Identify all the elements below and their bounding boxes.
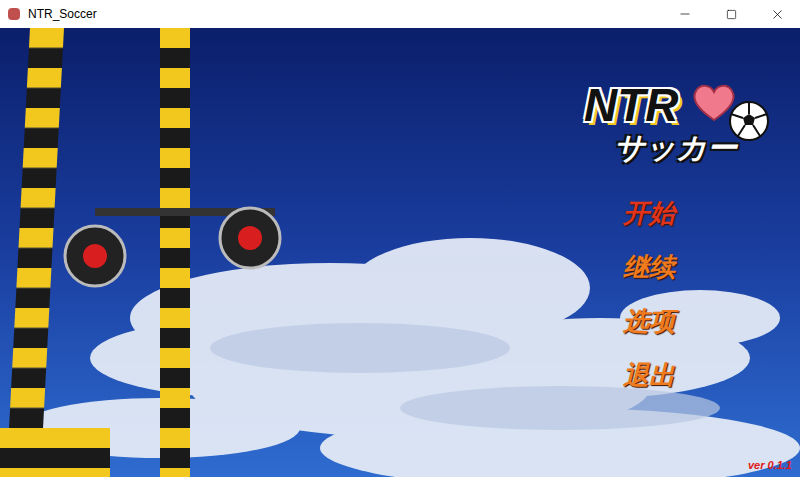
minimize-icon bbox=[678, 7, 692, 21]
logo-subtitle: サッカー bbox=[614, 130, 792, 166]
app-icon bbox=[8, 8, 20, 20]
title-column: NTRサッカー开始继续选项退出 ver 0.1.1 bbox=[560, 28, 800, 477]
maximize-button[interactable] bbox=[708, 0, 754, 28]
maximize-icon bbox=[726, 9, 737, 20]
game-window: NTR_Soccer NTRサッカー开始继续选项退出 ver 0.1.1 bbox=[0, 0, 800, 477]
heart-icon bbox=[692, 82, 736, 122]
title-bar: NTR_Soccer bbox=[0, 0, 800, 28]
game-screen: NTRサッカー开始继续选项退出 ver 0.1.1 bbox=[0, 28, 800, 477]
menu-item[interactable]: 继续 bbox=[623, 251, 792, 283]
background-scene bbox=[0, 28, 800, 477]
window-title: NTR_Soccer bbox=[28, 5, 662, 23]
game-logo: NTRサッカー bbox=[560, 80, 792, 180]
version-label: ver 0.1.1 bbox=[748, 457, 792, 474]
menu-item[interactable]: 开始 bbox=[623, 197, 792, 229]
main-menu: 开始继续选项退出 bbox=[560, 197, 792, 391]
menu-item[interactable]: 退出 bbox=[623, 359, 792, 391]
minimize-button[interactable] bbox=[662, 0, 708, 28]
close-icon bbox=[770, 7, 785, 22]
menu-item[interactable]: 选项 bbox=[623, 305, 792, 337]
close-button[interactable] bbox=[754, 0, 800, 28]
soccer-ball-icon bbox=[728, 100, 770, 142]
